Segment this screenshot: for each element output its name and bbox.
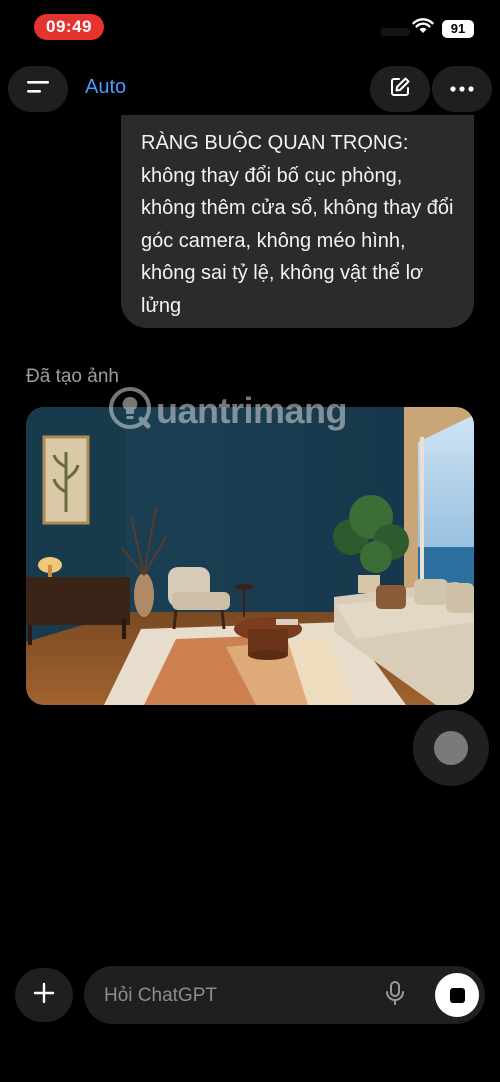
status-icons: 91 bbox=[412, 18, 474, 39]
voice-mode-button[interactable] bbox=[413, 710, 489, 786]
user-message-bubble: RÀNG BUỘC QUAN TRỌNG: không thay đổi bố … bbox=[121, 115, 474, 328]
new-chat-button[interactable] bbox=[370, 66, 430, 112]
stop-icon bbox=[449, 987, 465, 1003]
new-chat-icon bbox=[388, 75, 412, 104]
plus-icon bbox=[32, 981, 56, 1010]
attach-button[interactable] bbox=[15, 968, 73, 1022]
dynamic-island bbox=[380, 28, 410, 36]
model-selector[interactable]: Auto bbox=[85, 76, 126, 99]
sidebar-menu-button[interactable] bbox=[8, 66, 68, 112]
generated-image[interactable] bbox=[26, 407, 474, 705]
voice-orb-icon bbox=[434, 731, 468, 765]
menu-icon bbox=[25, 78, 51, 101]
mic-icon bbox=[384, 980, 406, 1011]
battery-indicator: 91 bbox=[442, 19, 474, 38]
more-icon bbox=[449, 80, 475, 98]
status-time: 09:49 bbox=[34, 14, 104, 40]
stop-generating-button[interactable] bbox=[435, 973, 479, 1017]
wifi-icon bbox=[412, 18, 434, 39]
message-input[interactable] bbox=[102, 982, 366, 1010]
watermark-text: uantrimang bbox=[156, 389, 348, 431]
assistant-status-label: Đã tạo ảnh bbox=[26, 366, 119, 387]
lightbulb-logo-icon bbox=[108, 386, 152, 435]
more-options-button[interactable] bbox=[432, 66, 492, 112]
watermark: uantrimang bbox=[108, 386, 348, 435]
dictate-button[interactable] bbox=[381, 980, 409, 1011]
composer-bar bbox=[84, 966, 485, 1024]
